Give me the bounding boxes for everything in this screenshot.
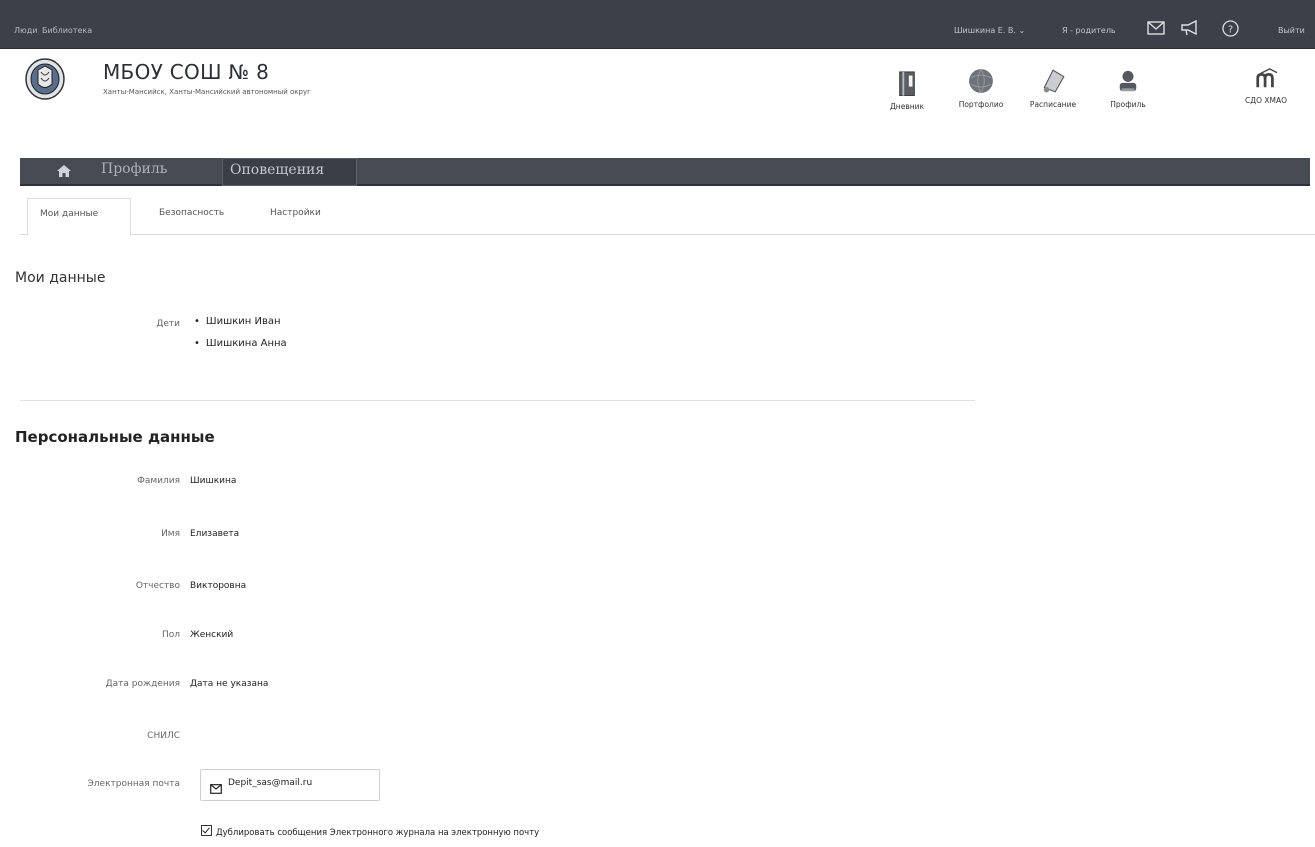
- field-value-gender: Женский: [190, 630, 234, 640]
- bell-icon: [1043, 69, 1065, 93]
- field-label-gender: Пол: [161, 630, 180, 640]
- nav-item-profile[interactable]: Профиль: [101, 161, 167, 177]
- moodle-icon: [1256, 68, 1278, 88]
- duplicate-messages-checkbox[interactable]: Дублировать сообщения Электронного журна…: [201, 825, 539, 838]
- section-title-my-data: Мои данные: [15, 270, 106, 286]
- email-value: Depit_sas@mail.ru: [228, 778, 313, 788]
- main-nav: Профиль Оповещения: [20, 158, 1310, 186]
- svg-text:?: ?: [1228, 24, 1233, 35]
- quick-link-diary[interactable]: Дневник: [872, 71, 942, 111]
- tab-my-data[interactable]: Мои данные: [27, 198, 131, 236]
- user-menu[interactable]: Шишкина Е. В. ⌄: [954, 26, 1025, 35]
- quick-link-label: Профиль: [1110, 100, 1146, 109]
- quick-link-label: Расписание: [1029, 100, 1077, 109]
- quick-link-profile[interactable]: Профиль: [1093, 70, 1163, 109]
- school-region: Ханты-Мансийск, Ханты-Мансийский автоном…: [103, 88, 311, 96]
- diary-icon: [899, 71, 915, 96]
- nav-item-notifications[interactable]: Оповещения: [222, 158, 357, 186]
- field-value-birthdate: Дата не указана: [190, 679, 269, 689]
- tab-label: Мои данные: [40, 209, 99, 219]
- checkbox-checked-icon: [201, 825, 212, 836]
- field-label-birthdate: Дата рождения: [105, 679, 180, 689]
- field-label-patronymic: Отчество: [135, 581, 180, 591]
- tab-security[interactable]: Безопасность: [159, 208, 224, 218]
- checkbox-label: Дублировать сообщения Электронного журна…: [216, 828, 540, 838]
- field-label-name: Имя: [161, 529, 180, 539]
- field-value-patronymic: Викторовна: [190, 581, 247, 591]
- section-title-personal: Персональные данные: [15, 428, 215, 446]
- school-emblem-icon: [25, 58, 65, 100]
- divider: [20, 400, 975, 401]
- help-icon[interactable]: ?: [1222, 20, 1240, 37]
- child-link[interactable]: Шишкина Анна: [194, 338, 287, 349]
- user-name: Шишкина Е. В.: [954, 26, 1016, 35]
- child-link[interactable]: Шишкин Иван: [194, 316, 281, 327]
- globe-icon: [969, 68, 993, 94]
- mail-icon: [210, 779, 222, 794]
- field-label-snils: СНИЛС: [147, 731, 180, 741]
- quick-link-portfolio[interactable]: Портфолио: [946, 68, 1016, 109]
- top-bar: Люди Библиотека Шишкина Е. В. ⌄ Я - роди…: [0, 0, 1315, 49]
- children-label: Дети: [156, 319, 180, 329]
- top-link-library[interactable]: Библиотека: [42, 26, 92, 35]
- field-label-email: Электронная почта: [87, 779, 181, 789]
- chevron-down-icon: ⌄: [1018, 26, 1026, 35]
- email-field[interactable]: Depit_sas@mail.ru: [200, 769, 380, 801]
- home-icon[interactable]: [56, 163, 72, 177]
- nav-item-label: Оповещения: [230, 162, 325, 178]
- tab-settings[interactable]: Настройки: [270, 208, 321, 218]
- user-icon: [1119, 70, 1137, 92]
- quick-link-label: Дневник: [889, 102, 925, 111]
- quick-link-label: Портфолио: [958, 100, 1004, 109]
- field-value-surname: Шишкина: [190, 476, 237, 486]
- logout-link[interactable]: Выйти: [1278, 26, 1305, 35]
- user-role[interactable]: Я - родитель: [1062, 26, 1116, 35]
- megaphone-icon[interactable]: [1180, 19, 1198, 36]
- field-label-surname: Фамилия: [137, 476, 180, 486]
- quick-link-schedule[interactable]: Расписание: [1018, 69, 1088, 109]
- top-link-people[interactable]: Люди: [14, 26, 37, 35]
- quick-link-sdo[interactable]: СДО ХМАО: [1231, 68, 1301, 105]
- school-name[interactable]: МБОУ СОШ № 8: [103, 60, 269, 84]
- tab-bar: Мои данные Безопасность Настройки: [20, 198, 1315, 236]
- field-value-name: Елизавета: [190, 529, 240, 539]
- quick-link-label: СДО ХМАО: [1244, 96, 1288, 105]
- mail-icon[interactable]: [1147, 20, 1165, 36]
